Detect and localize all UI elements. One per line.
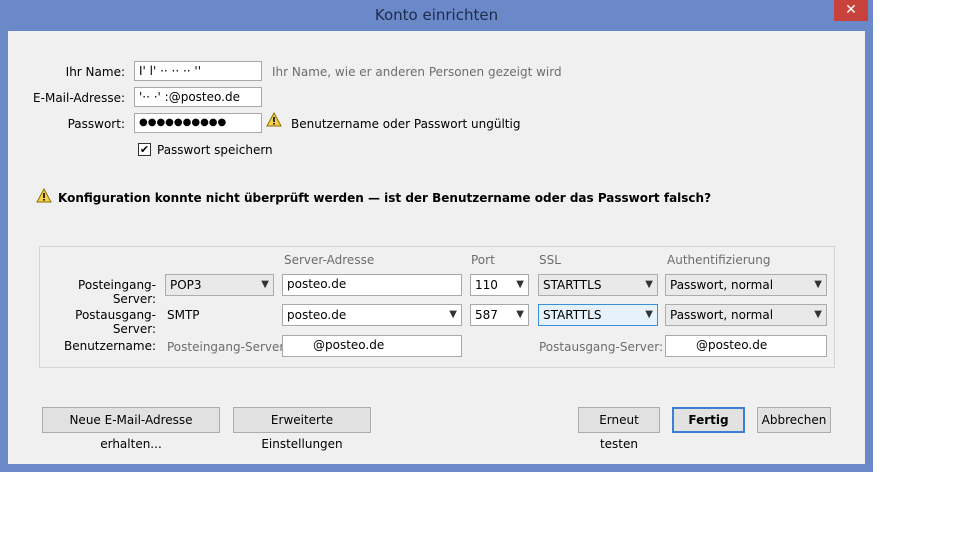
new-email-address-button[interactable]: Neue E-Mail-Adresse erhalten... xyxy=(42,407,220,451)
remember-checkbox[interactable]: ✔ xyxy=(138,143,151,156)
window-title: Konto einrichten xyxy=(374,6,499,24)
email-label: E-Mail-Adresse: xyxy=(33,91,125,105)
outgoing-ssl-select[interactable]: STARTTLS ▼ xyxy=(538,304,658,326)
chevron-down-icon: ▼ xyxy=(449,309,457,320)
outgoing-auth-value: Passwort, normal xyxy=(670,308,774,322)
cancel-button[interactable]: Abbrechen xyxy=(757,407,831,433)
username-outgoing-input[interactable]: @posteo.de xyxy=(665,335,827,357)
name-hint: Ihr Name, wie er anderen Personen gezeig… xyxy=(272,65,562,79)
chevron-down-icon: ▼ xyxy=(814,309,822,320)
outgoing-auth-select[interactable]: Passwort, normal ▼ xyxy=(665,304,827,326)
username-outgoing-label: Postausgang-Server: xyxy=(539,340,664,354)
verification-warning: Konfiguration konnte nicht überprüft wer… xyxy=(58,191,712,205)
incoming-server-label: Posteingang-Server: xyxy=(78,278,156,306)
warning-icon xyxy=(36,188,52,203)
password-label: Passwort: xyxy=(67,117,125,131)
incoming-ssl-select[interactable]: STARTTLS ▼ xyxy=(538,274,658,296)
incoming-auth-value: Passwort, normal xyxy=(670,278,774,292)
close-button[interactable]: ✕ xyxy=(834,0,868,21)
remember-label: Passwort speichern xyxy=(157,143,273,157)
advanced-settings-button[interactable]: Erweiterte Einstellungen xyxy=(233,407,371,451)
header-auth: Authentifizierung xyxy=(667,253,771,267)
outgoing-port-value: 587 xyxy=(475,308,498,322)
outgoing-address-value: posteo.de xyxy=(287,308,347,322)
username-incoming-input[interactable]: @posteo.de xyxy=(282,335,462,357)
outgoing-port-combo[interactable]: 587 ▼ xyxy=(470,304,529,326)
incoming-auth-select[interactable]: Passwort, normal ▼ xyxy=(665,274,827,296)
warning-icon xyxy=(266,112,282,127)
email-input[interactable]: '·· ·' :@posteo.de xyxy=(134,87,262,107)
incoming-address-input[interactable]: posteo.de xyxy=(282,274,462,296)
chevron-down-icon: ▼ xyxy=(645,279,653,290)
incoming-port-value: 110 xyxy=(475,278,498,292)
name-input[interactable]: I' l' ·· ·· ·· '' xyxy=(134,61,262,81)
username-incoming-label: Posteingang-Server: xyxy=(167,340,289,354)
incoming-ssl-value: STARTTLS xyxy=(543,278,602,292)
incoming-port-combo[interactable]: 110 ▼ xyxy=(470,274,529,296)
outgoing-ssl-value: STARTTLS xyxy=(543,308,602,322)
chevron-down-icon: ▼ xyxy=(814,279,822,290)
password-input[interactable]: ●●●●●●●●●● xyxy=(134,113,262,133)
title-bar[interactable]: Konto einrichten ✕ xyxy=(0,0,873,31)
chevron-down-icon: ▼ xyxy=(645,309,653,320)
chevron-down-icon: ▼ xyxy=(516,309,524,320)
incoming-protocol-value: POP3 xyxy=(170,278,202,292)
outgoing-address-combo[interactable]: posteo.de ▼ xyxy=(282,304,462,326)
dialog-client: Ihr Name: I' l' ·· ·· ·· '' Ihr Name, wi… xyxy=(8,31,865,464)
incoming-protocol-select[interactable]: POP3 ▼ xyxy=(165,274,274,296)
outgoing-server-label: Postausgang-Server: xyxy=(75,308,156,336)
outgoing-protocol-value: SMTP xyxy=(167,308,200,322)
header-server-address: Server-Adresse xyxy=(284,253,375,267)
checkmark-icon: ✔ xyxy=(139,143,150,156)
name-label: Ihr Name: xyxy=(65,65,125,79)
account-setup-window: Konto einrichten ✕ Ihr Name: I' l' ·· ··… xyxy=(0,0,873,472)
done-button[interactable]: Fertig xyxy=(672,407,745,433)
header-ssl: SSL xyxy=(539,253,561,267)
header-port: Port xyxy=(471,253,495,267)
close-icon: ✕ xyxy=(845,2,857,18)
chevron-down-icon: ▼ xyxy=(261,279,269,290)
password-error: Benutzername oder Passwort ungültig xyxy=(291,117,521,131)
server-settings-group: Server-Adresse Port SSL Authentifizierun… xyxy=(39,246,835,368)
username-label: Benutzername: xyxy=(63,339,156,353)
retest-button[interactable]: Erneut testen xyxy=(578,407,660,451)
chevron-down-icon: ▼ xyxy=(516,279,524,290)
